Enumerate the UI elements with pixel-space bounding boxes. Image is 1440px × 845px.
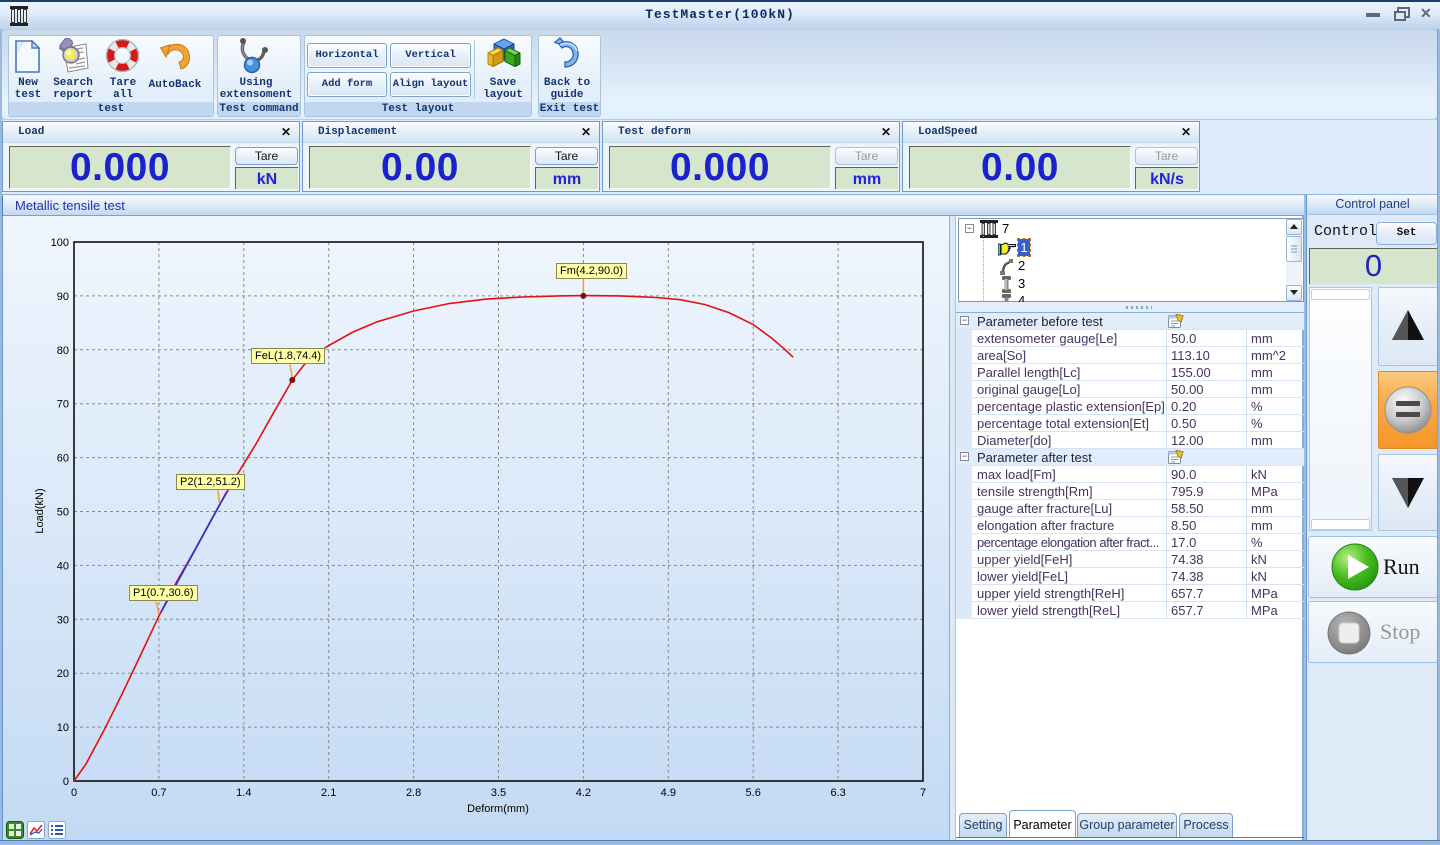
svg-text:0.7: 0.7 xyxy=(151,787,166,799)
svg-text:7: 7 xyxy=(920,787,926,799)
svg-text:90: 90 xyxy=(57,291,69,303)
svg-text:4.9: 4.9 xyxy=(661,787,676,799)
svg-text:6.3: 6.3 xyxy=(830,787,845,799)
svg-text:40: 40 xyxy=(57,560,69,572)
svg-text:80: 80 xyxy=(57,345,69,357)
svg-text:100: 100 xyxy=(51,237,69,249)
svg-text:2.1: 2.1 xyxy=(321,787,336,799)
svg-text:0: 0 xyxy=(63,776,69,788)
svg-text:0: 0 xyxy=(71,787,77,799)
svg-text:2.8: 2.8 xyxy=(406,787,421,799)
svg-text:50: 50 xyxy=(57,507,69,519)
svg-text:20: 20 xyxy=(57,668,69,680)
svg-text:Deform(mm): Deform(mm) xyxy=(467,803,529,815)
svg-text:30: 30 xyxy=(57,614,69,626)
svg-text:10: 10 xyxy=(57,722,69,734)
svg-text:5.6: 5.6 xyxy=(746,787,761,799)
svg-text:3.5: 3.5 xyxy=(491,787,506,799)
svg-text:Load(kN): Load(kN) xyxy=(34,488,46,533)
svg-text:1.4: 1.4 xyxy=(236,787,251,799)
svg-text:60: 60 xyxy=(57,453,69,465)
svg-text:70: 70 xyxy=(57,399,69,411)
svg-text:4.2: 4.2 xyxy=(576,787,591,799)
